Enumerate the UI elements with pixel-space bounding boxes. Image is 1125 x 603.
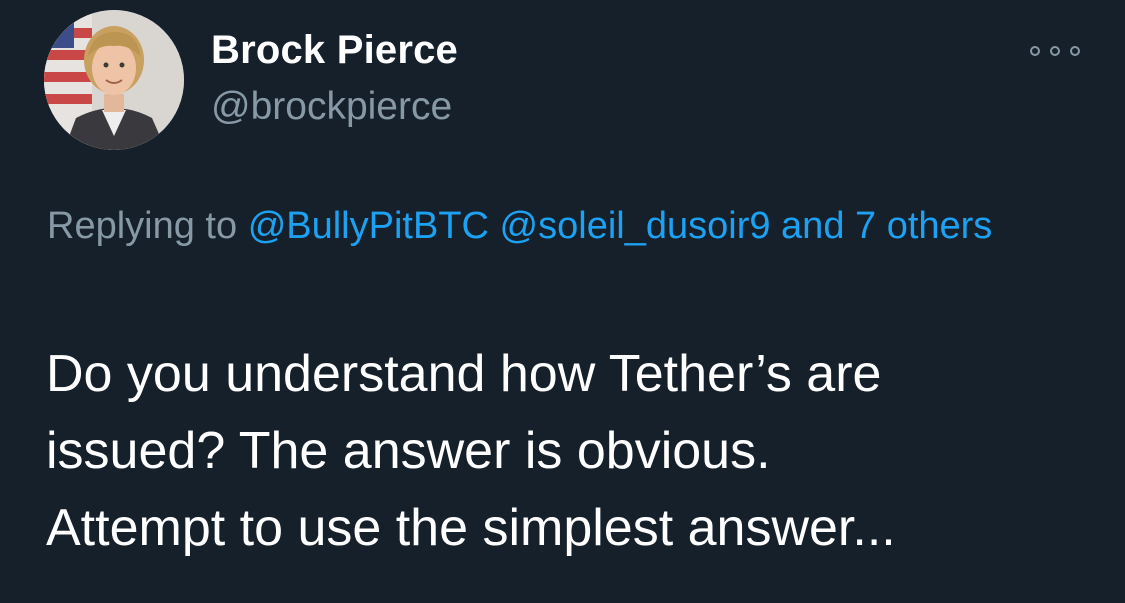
tweet-text-line-3: Attempt to use the simplest answer...	[46, 499, 896, 557]
more-dot-2	[1050, 46, 1060, 56]
profile-photo-icon	[44, 10, 184, 150]
replying-to-label: Replying to	[47, 205, 238, 247]
more-options-icon[interactable]	[1030, 40, 1080, 62]
more-dot-1	[1030, 46, 1040, 56]
tweet-text-line-2: issued? The answer is obvious.	[46, 422, 771, 480]
mention-bullypitbtc[interactable]: @BullyPitBTC	[248, 205, 489, 247]
author-name[interactable]: Brock Pierce	[211, 28, 458, 73]
reply-context: Replying to @BullyPitBTC @soleil_dusoir9…	[47, 197, 1047, 255]
more-dot-3	[1070, 46, 1080, 56]
tweet-text: Do you understand how Tether’s are issue…	[46, 336, 1106, 567]
mention-others[interactable]: and 7 others	[781, 205, 992, 247]
author-handle[interactable]: @brockpierce	[211, 85, 452, 129]
mention-soleil-dusoir9[interactable]: @soleil_dusoir9	[500, 205, 771, 247]
tweet-text-line-1: Do you understand how Tether’s are	[46, 345, 882, 403]
tweet: Brock Pierce @brockpierce Replying to @B…	[0, 0, 1125, 603]
author-avatar[interactable]	[44, 10, 184, 150]
